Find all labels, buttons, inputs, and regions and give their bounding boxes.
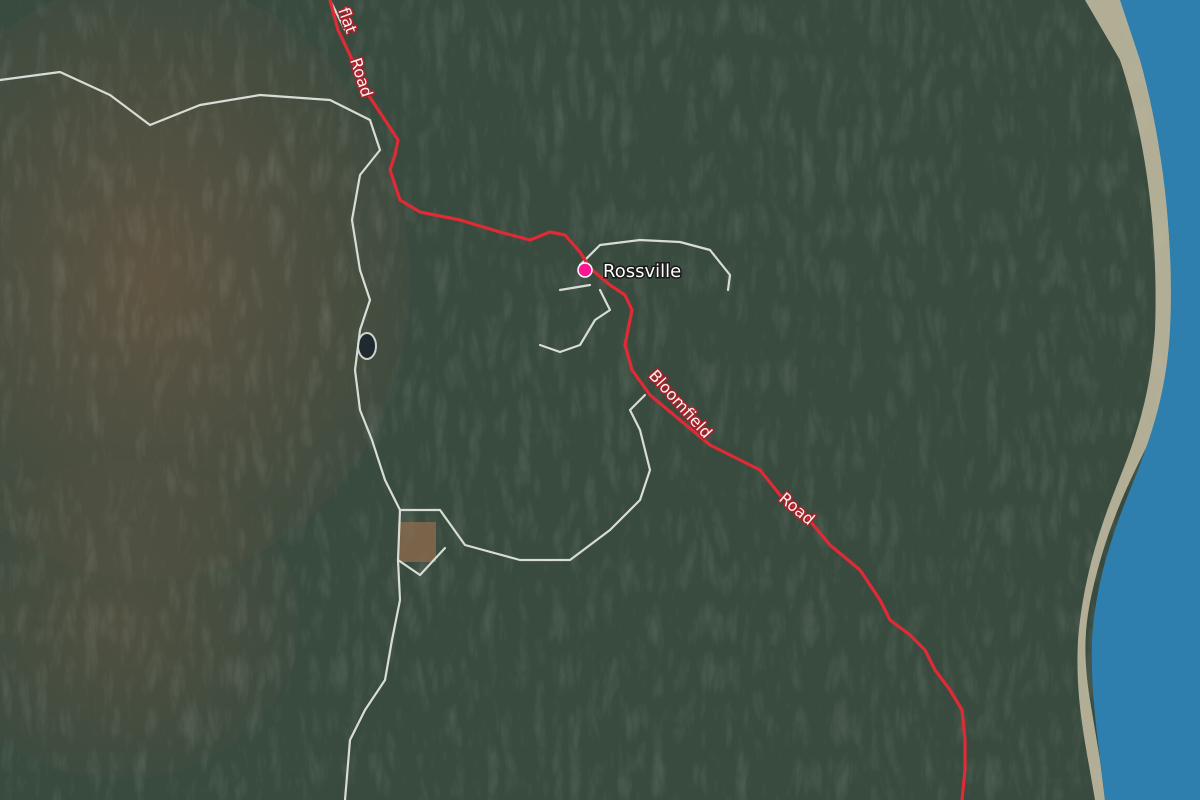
- satellite-map[interactable]: flat Road Bloomfield Road Rossville: [0, 0, 1200, 800]
- clearing: [398, 522, 436, 562]
- rossville-label[interactable]: Rossville: [602, 260, 683, 284]
- shade-overlay: [0, 0, 1200, 800]
- rossville-marker[interactable]: [577, 262, 593, 278]
- reservoir: [357, 332, 377, 360]
- map-canvas[interactable]: flat Road Bloomfield Road Rossville: [0, 0, 1200, 800]
